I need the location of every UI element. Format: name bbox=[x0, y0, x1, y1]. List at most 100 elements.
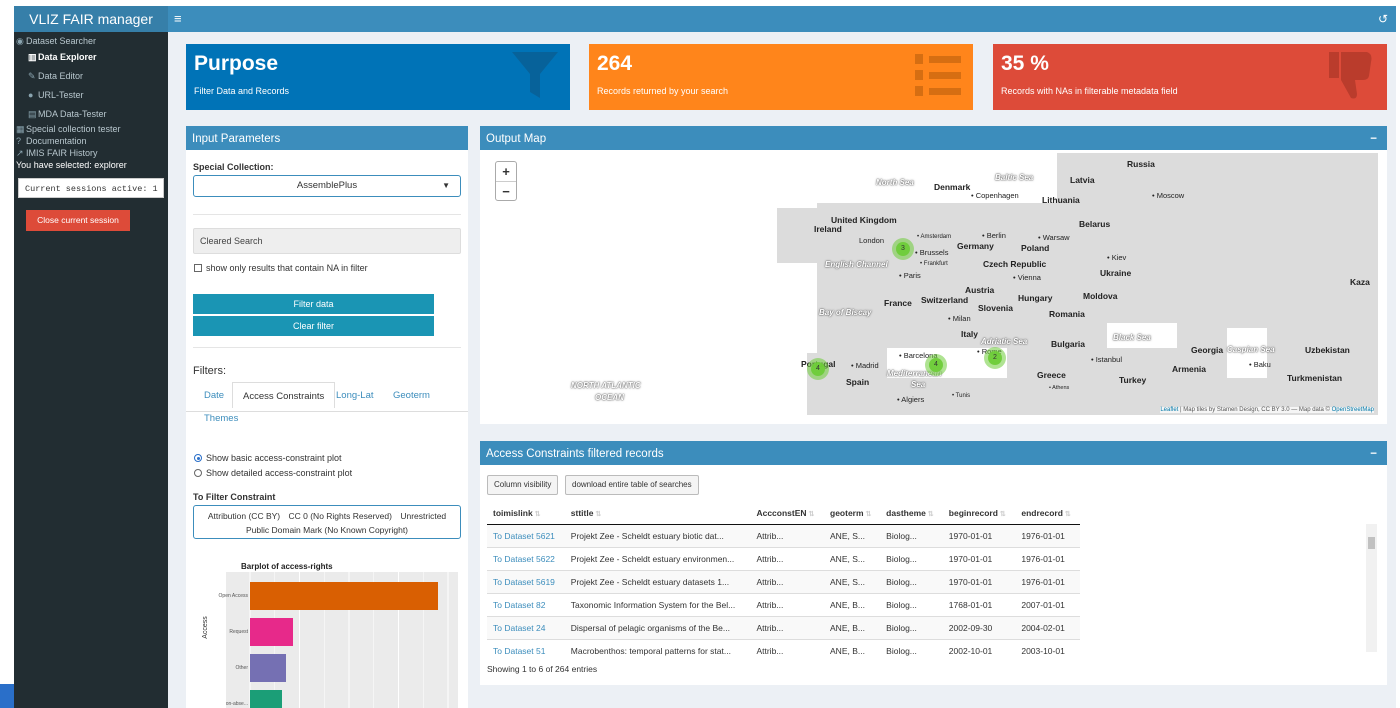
column-header-endrecord[interactable]: endrecord ⇅ bbox=[1015, 502, 1080, 525]
na-checkbox[interactable]: show only results that contain NA in fil… bbox=[194, 263, 368, 273]
table-cell: 2007-01-01 bbox=[1015, 592, 1080, 616]
refresh-icon[interactable]: ↺ bbox=[1378, 6, 1388, 32]
table-cell: To Dataset 5621 bbox=[487, 523, 565, 547]
leaflet-map[interactable]: + − Russia • Moscow Latvia Lithuania Bel… bbox=[487, 153, 1378, 415]
sidebar-item-imis-history[interactable]: ↗ IMIS FAIR History bbox=[16, 148, 98, 159]
table-cell: Projekt Zee - Scheldt estuary environmen… bbox=[564, 546, 751, 570]
map-cluster-marker[interactable]: 4 bbox=[925, 354, 947, 376]
osm-link[interactable]: OpenStreetMap bbox=[1332, 407, 1374, 413]
tab-access-constraints[interactable]: Access Constraints bbox=[232, 382, 336, 408]
table-cell: Biolog... bbox=[880, 546, 943, 570]
column-header-sttitle[interactable]: sttitle ⇅ bbox=[564, 502, 751, 525]
column-header-accconsten[interactable]: AccconstEN ⇅ bbox=[750, 502, 825, 525]
dataset-link[interactable]: To Dataset 5619 bbox=[493, 577, 555, 587]
map-label: Uzbekistan bbox=[1305, 345, 1350, 355]
dataset-link[interactable]: To Dataset 24 bbox=[493, 623, 545, 633]
sidebar-item-mda-data-tester[interactable]: ▤MDA Data-Tester bbox=[28, 109, 107, 120]
table-cell: Attrib... bbox=[750, 615, 825, 639]
map-label: Czech Republic bbox=[983, 259, 1047, 269]
column-visibility-button[interactable]: Column visibility bbox=[487, 475, 559, 495]
special-collection-select[interactable]: AssemblePlus ▼ bbox=[193, 175, 461, 197]
dataset-link[interactable]: To Dataset 82 bbox=[493, 600, 545, 610]
scrollbar-thumb[interactable] bbox=[1368, 537, 1375, 549]
sidebar-item-documentation[interactable]: ? Documentation bbox=[16, 136, 87, 146]
selected-text: You have selected: explorer bbox=[16, 160, 127, 170]
table-cell: ANE, B... bbox=[824, 638, 881, 662]
map-label: Switzerland bbox=[921, 295, 969, 305]
table-cell: ANE, B... bbox=[824, 592, 881, 616]
filter-data-button[interactable]: Filter data bbox=[193, 294, 434, 314]
map-label: Latvia bbox=[1070, 175, 1095, 185]
database-icon: ▤ bbox=[28, 109, 37, 119]
table-row: To Dataset 51 Macrobenthos: temporal patt… bbox=[487, 638, 1080, 662]
map-cluster-marker[interactable]: 3 bbox=[892, 238, 914, 260]
column-header-beginrecord[interactable]: beginrecord ⇅ bbox=[942, 502, 1016, 525]
dataset-link[interactable]: To Dataset 5621 bbox=[493, 531, 555, 541]
sidebar-item-data-explorer[interactable]: ▥Data Explorer bbox=[28, 52, 97, 63]
map-cluster-marker[interactable]: 2 bbox=[984, 347, 1006, 369]
map-label: Russia bbox=[1127, 159, 1155, 169]
map-label: • Berlin bbox=[982, 231, 1006, 240]
radio-detailed-plot[interactable]: Show detailed access-constraint plot bbox=[194, 468, 352, 478]
table-cell: 1976-01-01 bbox=[1015, 569, 1080, 593]
collapse-icon[interactable]: − bbox=[1370, 444, 1377, 465]
download-table-button[interactable]: download entire table of searches bbox=[565, 475, 699, 495]
close-session-button[interactable]: Close current session bbox=[26, 210, 130, 231]
table-cell: 1970-01-01 bbox=[942, 569, 1016, 593]
map-label: Spain bbox=[846, 377, 870, 387]
dataset-link[interactable]: To Dataset 51 bbox=[493, 646, 545, 656]
radio-dot[interactable] bbox=[194, 469, 202, 477]
constraint-chip[interactable]: Unrestricted bbox=[400, 509, 446, 523]
leaflet-link[interactable]: Leaflet bbox=[1160, 407, 1178, 413]
search-input[interactable]: Cleared Search bbox=[193, 228, 461, 254]
thumbs-down-icon bbox=[1329, 52, 1372, 99]
map-label: Turkmenistan bbox=[1287, 373, 1343, 383]
sort-icon: ⇅ bbox=[863, 510, 872, 518]
column-header-dastheme[interactable]: dastheme ⇅ bbox=[880, 502, 943, 525]
eye-icon: ◉ bbox=[16, 36, 24, 46]
caret-down-icon: ▼ bbox=[442, 181, 450, 190]
checkbox-box[interactable] bbox=[194, 264, 202, 272]
constraint-multiselect[interactable]: Attribution (CC BY) CC 0 (No Rights Rese… bbox=[193, 505, 461, 539]
zoom-out-button[interactable]: − bbox=[496, 182, 516, 201]
sea-label: Adriatic Sea bbox=[981, 337, 1028, 346]
map-label: Lithuania bbox=[1042, 195, 1080, 205]
table-scrollbar[interactable] bbox=[1366, 524, 1377, 652]
records-infobox: 264 Records returned by your search bbox=[589, 44, 973, 110]
radio-basic-plot[interactable]: Show basic access-constraint plot bbox=[194, 453, 342, 463]
tab-date[interactable]: Date bbox=[204, 390, 224, 401]
table-cell: Macrobenthos: temporal patterns for stat… bbox=[564, 638, 751, 662]
divider bbox=[193, 347, 461, 348]
map-label: • Algiers bbox=[897, 395, 925, 404]
sea-label: North Sea bbox=[876, 178, 914, 187]
records-subtitle: Records returned by your search bbox=[597, 86, 729, 96]
constraint-chip[interactable]: Attribution (CC BY) bbox=[208, 509, 280, 523]
bar-1 bbox=[250, 582, 439, 610]
map-label: • Tunis bbox=[952, 393, 971, 399]
purpose-infobox: Purpose Filter Data and Records bbox=[186, 44, 570, 110]
constraint-chip[interactable]: Public Domain Mark (No Known Copyright) bbox=[246, 523, 408, 537]
column-header-toimislink[interactable]: toimislink ⇅ bbox=[487, 502, 565, 525]
sidebar-item-data-editor[interactable]: ✎ Data Editor bbox=[28, 71, 83, 82]
zoom-in-button[interactable]: + bbox=[496, 162, 516, 182]
sidebar-toggle-icon[interactable]: ≡ bbox=[174, 6, 182, 32]
sidebar-item-url-tester[interactable]: ● URL-Tester bbox=[28, 90, 84, 100]
map-cluster-marker[interactable]: 4 bbox=[807, 358, 829, 380]
column-header-geoterm[interactable]: geoterm ⇅ bbox=[824, 502, 881, 525]
sidebar-item-dataset-searcher[interactable]: ◉ Dataset Searcher bbox=[16, 36, 96, 47]
table-icon: ▦ bbox=[16, 124, 25, 134]
collapse-icon[interactable]: − bbox=[1370, 129, 1377, 150]
sidebar-item-special-collection[interactable]: ▦Special collection tester bbox=[16, 124, 121, 135]
map-label: Greece bbox=[1037, 370, 1066, 380]
tab-geoterm[interactable]: Geoterm bbox=[393, 390, 430, 401]
constraint-chip[interactable]: CC 0 (No Rights Reserved) bbox=[289, 509, 392, 523]
dataset-link[interactable]: To Dataset 5622 bbox=[493, 554, 555, 564]
tab-long-lat[interactable]: Long-Lat bbox=[336, 390, 374, 401]
radio-dot[interactable] bbox=[194, 454, 202, 462]
map-label: Romania bbox=[1049, 309, 1085, 319]
sort-icon: ⇅ bbox=[532, 510, 541, 518]
map-label: Kaza bbox=[1350, 277, 1370, 287]
clear-filter-button[interactable]: Clear filter bbox=[193, 316, 434, 336]
tab-themes[interactable]: Themes bbox=[204, 413, 238, 424]
table-cell: 2002-10-01 bbox=[942, 638, 1016, 662]
